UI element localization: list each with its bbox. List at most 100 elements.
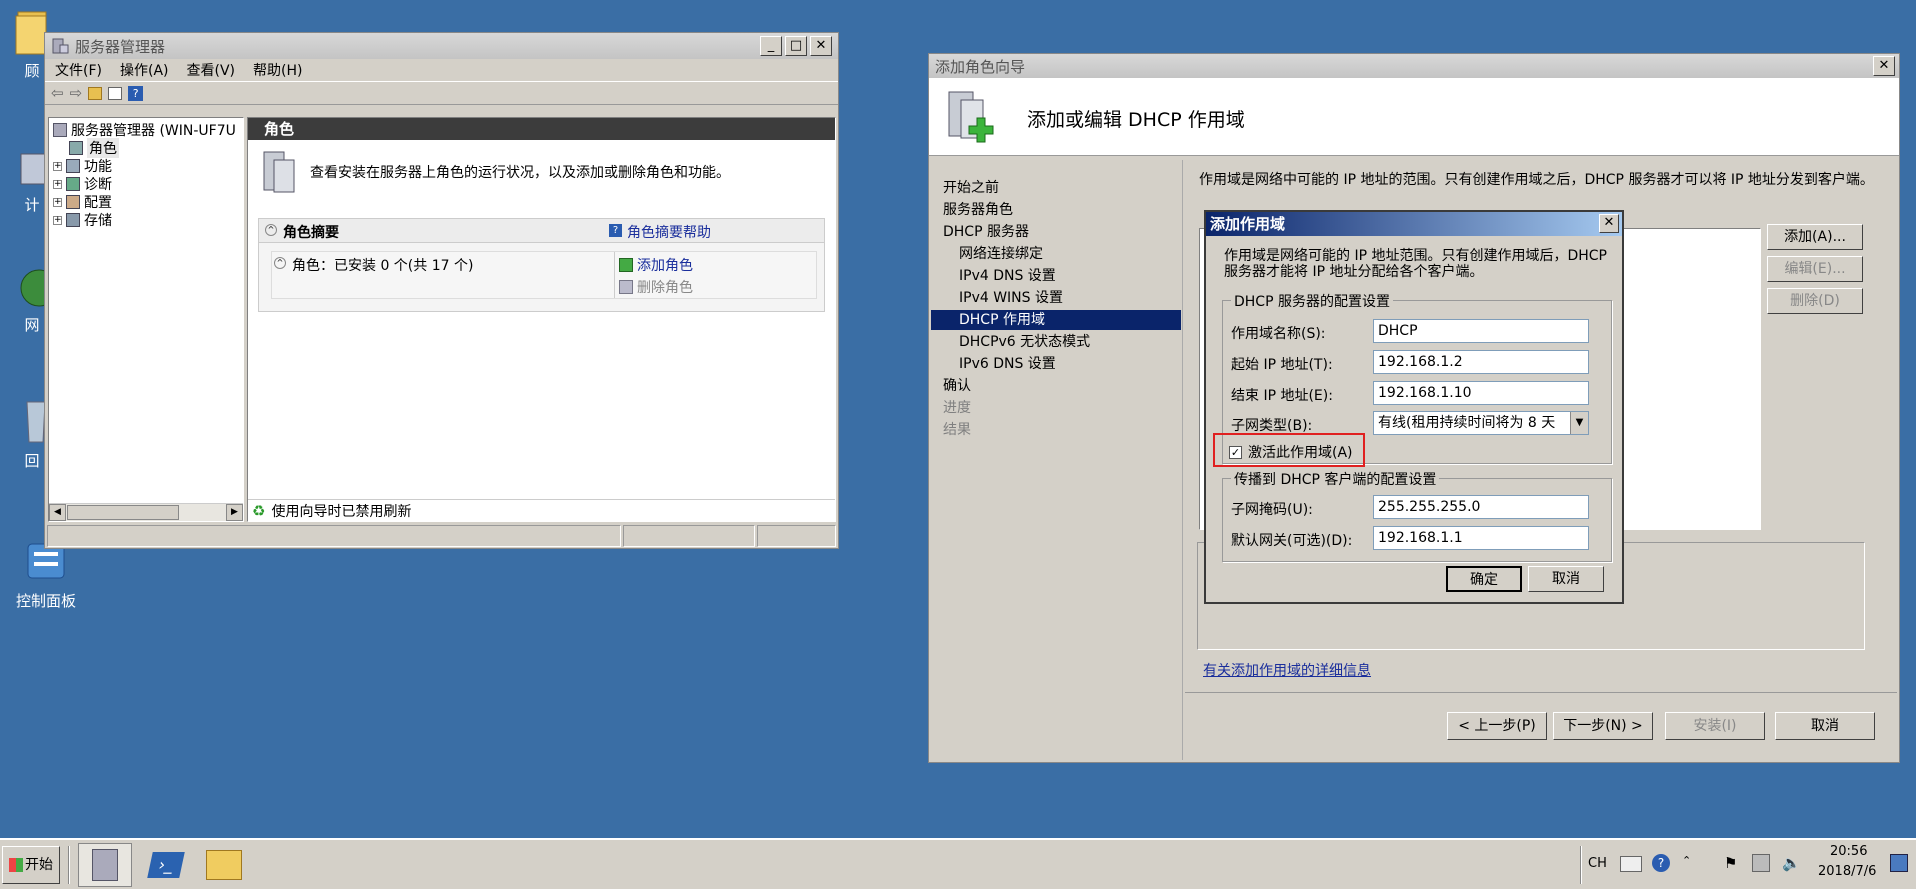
clock-time[interactable]: 20:56 — [1830, 844, 1867, 859]
keyboard-icon[interactable] — [1620, 856, 1642, 872]
flag-icon[interactable]: ⚑ — [1724, 854, 1742, 872]
add-role-link[interactable]: 添加角色 — [637, 255, 693, 275]
wizard-nav-item: 进度 — [943, 400, 971, 416]
configuration-icon — [66, 195, 80, 209]
scope-name-field[interactable]: DHCP — [1373, 319, 1589, 343]
tree-pane: 服务器管理器 (WIN-UF7U 角色 + 功能 + 诊断 + 配置 + 存储 … — [48, 117, 244, 522]
expand-icon[interactable]: + — [53, 197, 62, 207]
wizard-titlebar[interactable]: 添加角色向导 ✕ — [929, 54, 1899, 78]
server-manager-title: 服务器管理器 — [75, 37, 166, 56]
previous-button[interactable]: < 上一步(P) — [1447, 712, 1547, 740]
wizard-nav-item[interactable]: DHCPv6 无状态模式 — [931, 332, 1181, 352]
wizard-nav-item[interactable]: 开始之前 — [931, 178, 1181, 198]
expand-icon[interactable]: + — [53, 161, 62, 171]
add-role-action[interactable]: 添加角色 — [619, 255, 816, 275]
activate-scope-checkbox[interactable]: ✓ 激活此作用域(A) — [1229, 442, 1353, 462]
tree-item-label: 诊断 — [84, 177, 112, 193]
close-button[interactable]: ✕ — [810, 36, 832, 56]
wizard-nav: 开始之前 服务器角色 DHCP 服务器 网络连接绑定 IPv4 DNS 设置 IPv4 W… — [931, 160, 1183, 760]
server-manager-titlebar[interactable]: 服务器管理器 _ □ ✕ — [45, 33, 838, 59]
checkbox-icon[interactable]: ✓ — [1229, 445, 1242, 459]
menu-file[interactable]: 文件(F) — [55, 60, 102, 80]
delete-scope-button: 删除(D) — [1767, 288, 1863, 314]
content-header: 角色 — [248, 118, 835, 140]
close-button[interactable]: ✕ — [1873, 56, 1895, 76]
up-folder-icon[interactable] — [88, 86, 103, 100]
tree-item-label: 存储 — [84, 213, 112, 229]
subnet-mask-field[interactable]: 255.255.255.0 — [1373, 495, 1589, 519]
wizard-nav-item[interactable]: 确认 — [931, 376, 1181, 396]
scope-name-label: 作用域名称(S): — [1231, 326, 1326, 342]
wizard-nav-item[interactable]: DHCP 作用域 — [931, 310, 1181, 330]
wizard-nav-item[interactable]: IPv4 DNS 设置 — [931, 266, 1181, 286]
menu-help[interactable]: 帮助(H) — [253, 60, 302, 80]
subnet-type-label: 子网类型(B): — [1231, 418, 1313, 434]
collapse-icon[interactable]: ^ — [274, 257, 286, 269]
tray-expand-icon[interactable]: ⌃ — [1682, 854, 1691, 867]
tree-item-diagnostics[interactable]: + 诊断 — [53, 174, 112, 194]
expand-icon[interactable]: + — [53, 179, 62, 189]
scroll-thumb[interactable] — [67, 505, 179, 520]
wizard-nav-item[interactable]: 网络连接绑定 — [931, 244, 1181, 264]
wizard-heading: 添加或编辑 DHCP 作用域 — [1027, 109, 1245, 131]
taskbar-powershell[interactable]: ›_ — [142, 843, 190, 887]
collapse-icon[interactable]: ^ — [265, 224, 277, 236]
help-icon[interactable]: ? — [1652, 854, 1670, 872]
install-button: 安装(I) — [1665, 712, 1765, 740]
start-button[interactable]: 开始 — [2, 846, 60, 884]
show-desktop-button[interactable] — [1890, 854, 1908, 872]
tree-item-configuration[interactable]: + 配置 — [53, 192, 112, 212]
dialog-titlebar[interactable]: 添加作用域 ✕ — [1206, 212, 1622, 236]
maximize-button[interactable]: □ — [785, 36, 807, 56]
description-row: 查看安装在服务器上角色的运行状况，以及添加或删除角色和功能。 — [260, 150, 730, 194]
dialog-cancel-button[interactable]: 取消 — [1528, 566, 1604, 592]
menu-action[interactable]: 操作(A) — [120, 60, 169, 80]
menu-view[interactable]: 查看(V) — [187, 60, 236, 80]
tree-item-storage[interactable]: + 存储 — [53, 210, 112, 230]
ok-button[interactable]: 确定 — [1446, 566, 1522, 592]
taskbar-explorer[interactable] — [200, 843, 248, 887]
subnet-type-value: 有线(租用持续时间将为 8 天 — [1378, 415, 1556, 431]
language-indicator[interactable]: CH — [1588, 856, 1607, 871]
horizontal-scrollbar[interactable]: ◀ ▶ — [49, 503, 243, 521]
scroll-left-button[interactable]: ◀ — [49, 504, 66, 521]
content-header-title: 角色 — [264, 120, 295, 138]
minimize-button[interactable]: _ — [760, 36, 782, 56]
help-icon[interactable]: ? — [128, 85, 144, 101]
computer-icon — [20, 153, 46, 185]
add-scope-button[interactable]: 添加(A)... — [1767, 224, 1863, 250]
start-ip-field[interactable]: 192.168.1.2 — [1373, 350, 1589, 374]
back-icon[interactable]: ⇦ — [51, 84, 64, 102]
diagnostics-icon — [66, 177, 80, 191]
end-ip-field[interactable]: 192.168.1.10 — [1373, 381, 1589, 405]
taskbar-server-manager[interactable] — [78, 843, 132, 887]
tree-item-roles[interactable]: 角色 — [69, 138, 119, 158]
tree-root[interactable]: 服务器管理器 (WIN-UF7U — [53, 120, 236, 140]
next-button[interactable]: 下一步(N) > — [1553, 712, 1653, 740]
tree-item-features[interactable]: + 功能 — [53, 156, 112, 176]
volume-icon[interactable]: 🔈 — [1782, 854, 1801, 872]
wizard-nav-item[interactable]: IPv6 DNS 设置 — [931, 354, 1181, 374]
wizard-nav-item[interactable]: 服务器角色 — [931, 200, 1181, 220]
start-ip-label: 起始 IP 地址(T): — [1231, 357, 1333, 373]
expand-icon[interactable]: + — [53, 215, 62, 225]
gateway-field[interactable]: 192.168.1.1 — [1373, 526, 1589, 550]
forward-icon[interactable]: ⇨ — [70, 84, 83, 102]
wizard-cancel-button[interactable]: 取消 — [1775, 712, 1875, 740]
desktop-icon-control-panel[interactable]: 控制面板 — [6, 540, 86, 611]
role-summary-title: 角色摘要 — [283, 225, 339, 241]
scroll-right-button[interactable]: ▶ — [226, 504, 243, 521]
clock-date[interactable]: 2018/7/6 — [1818, 864, 1876, 879]
wizard-nav-item: 结果 — [943, 422, 971, 438]
dialog-close-button[interactable]: ✕ — [1599, 214, 1619, 233]
more-info-link[interactable]: 有关添加作用域的详细信息 — [1203, 660, 1371, 680]
show-hide-tree-icon[interactable] — [108, 86, 123, 100]
dropdown-arrow-icon[interactable]: ▼ — [1570, 412, 1588, 434]
wizard-nav-item[interactable]: DHCP 服务器 — [931, 222, 1181, 242]
status-bar — [47, 525, 836, 547]
role-summary-help-link[interactable]: 角色摘要帮助 — [627, 222, 711, 242]
subnet-type-select[interactable]: 有线(租用持续时间将为 8 天 ▼ — [1373, 411, 1589, 435]
network-icon[interactable] — [1752, 854, 1770, 872]
status-cell — [757, 525, 836, 547]
wizard-nav-item[interactable]: IPv4 WINS 设置 — [931, 288, 1181, 308]
